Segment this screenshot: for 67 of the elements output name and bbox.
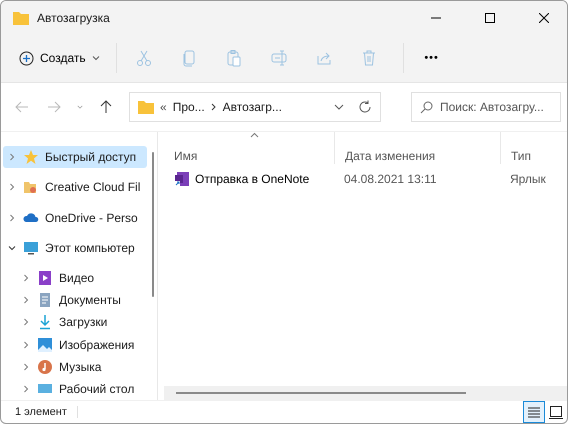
address-bar[interactable]: « Про... Автозагр...	[129, 92, 381, 122]
breadcrumb[interactable]: Про...	[172, 100, 205, 114]
close-icon	[539, 12, 549, 22]
sidebar-item[interactable]: OneDrive - Perso	[3, 206, 147, 229]
chevron-right-icon[interactable]	[21, 295, 31, 306]
arrow-left-icon	[15, 101, 29, 113]
window-title: Автозагрузка	[37, 10, 111, 24]
sidebar-item[interactable]: Рабочий стол	[3, 378, 147, 400]
arrow-right-icon	[47, 101, 61, 113]
caret-icon	[92, 54, 100, 62]
file-row[interactable]: Отправка в OneNote 04.08.2021 13:11 Ярлык	[164, 166, 567, 192]
shortcut-icon	[174, 171, 190, 187]
chevron-down-icon[interactable]	[334, 102, 344, 112]
folder-icon	[13, 10, 29, 24]
rename-icon	[270, 49, 288, 67]
refresh-icon[interactable]	[358, 100, 372, 114]
column-header[interactable]: Дата изменения	[334, 132, 500, 164]
sidebar-item[interactable]: Creative Cloud Fil	[3, 176, 147, 198]
video-icon	[37, 270, 53, 286]
preview-pane-icon	[549, 406, 563, 418]
details-view-button[interactable]	[523, 401, 545, 423]
chevron-right-icon[interactable]	[21, 272, 31, 283]
sidebar-item[interactable]: Музыка	[3, 356, 147, 378]
item-count: 1 элемент	[15, 406, 78, 418]
sidebar-item[interactable]: Изображения	[3, 333, 147, 356]
chevron-right-icon[interactable]	[7, 212, 17, 222]
sidebar-item[interactable]: Видео	[3, 266, 147, 290]
date-cell-text: 04.08.2021 13:11	[343, 172, 438, 186]
star-icon	[23, 149, 39, 166]
chevron-right-icon[interactable]	[21, 317, 31, 328]
search-field[interactable]: Поиск: Автозагру...	[411, 92, 561, 122]
docs-icon	[37, 292, 53, 308]
breadcrumb[interactable]: Автозагр...	[222, 100, 282, 114]
cc-icon	[23, 179, 39, 196]
list-icon	[527, 406, 541, 418]
cut-icon	[134, 49, 153, 67]
sort-caret-icon	[250, 132, 258, 138]
column-header[interactable]: Имя	[164, 132, 334, 164]
chevron-right-icon	[210, 103, 217, 111]
pictures-icon	[37, 336, 53, 353]
sidebar-item[interactable]: Этот компьютер	[3, 236, 147, 259]
sidebar-item[interactable]: Загрузки	[3, 311, 147, 334]
new-button[interactable]: Создать	[11, 42, 108, 74]
chevron-right-icon[interactable]	[7, 182, 17, 192]
overflow-marker[interactable]: «	[160, 100, 167, 114]
pc-icon	[23, 240, 39, 256]
chevron-right-icon[interactable]	[7, 152, 17, 162]
more-button[interactable]: •••	[412, 42, 452, 74]
chevron-down-icon	[77, 103, 83, 111]
file-name: Отправка в OneNote	[195, 172, 310, 186]
chevron-right-icon[interactable]	[21, 384, 31, 394]
column-header[interactable]: Тип	[500, 132, 567, 164]
download-icon	[37, 314, 53, 330]
music-icon	[37, 358, 53, 375]
arrow-up-icon	[100, 100, 112, 114]
plus-icon	[19, 50, 34, 66]
folder-icon	[138, 100, 154, 114]
type-cell-text: Ярлык	[509, 172, 546, 186]
sidebar-item[interactable]: Быстрый доступ	[3, 146, 147, 168]
chevron-right-icon[interactable]	[21, 362, 31, 372]
maximize-icon	[485, 12, 495, 22]
paste-icon	[224, 49, 243, 67]
search-icon	[420, 101, 433, 114]
scrollbar-thumb[interactable]	[176, 392, 466, 394]
chevron-right-icon[interactable]	[21, 340, 31, 350]
scrollbar-thumb[interactable]	[152, 152, 154, 297]
sidebar-item[interactable]: Документы	[3, 289, 147, 312]
